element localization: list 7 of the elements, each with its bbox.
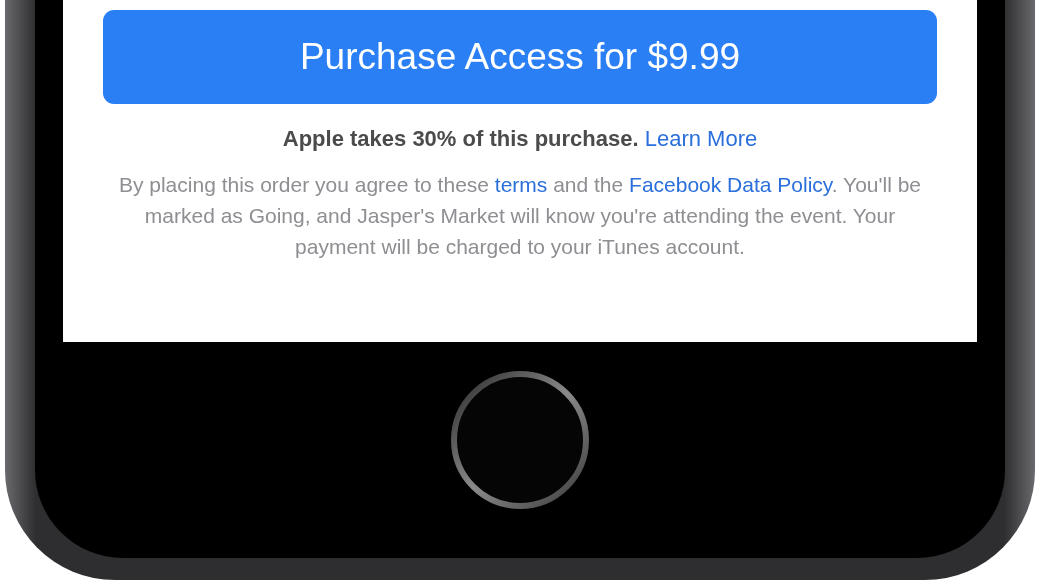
terms-link[interactable]: Facebook Data Policy bbox=[629, 173, 832, 196]
terms-link[interactable]: terms bbox=[494, 173, 548, 196]
learn-more-link[interactable]: Learn More bbox=[644, 126, 758, 151]
terms-paragraph: By placing this order you agree to these terms and the Facebook Data Policy. You'll be marked as Going, and Jasper's Market will know you're attending the event. Your payment will be charged to your iTunes account. bbox=[117, 172, 923, 260]
fee-notice: Apple takes 30% of this purchase. Learn More bbox=[282, 126, 758, 152]
home-button[interactable] bbox=[450, 370, 590, 510]
purchase-button[interactable]: Purchase Access for $9.99 bbox=[103, 10, 937, 104]
